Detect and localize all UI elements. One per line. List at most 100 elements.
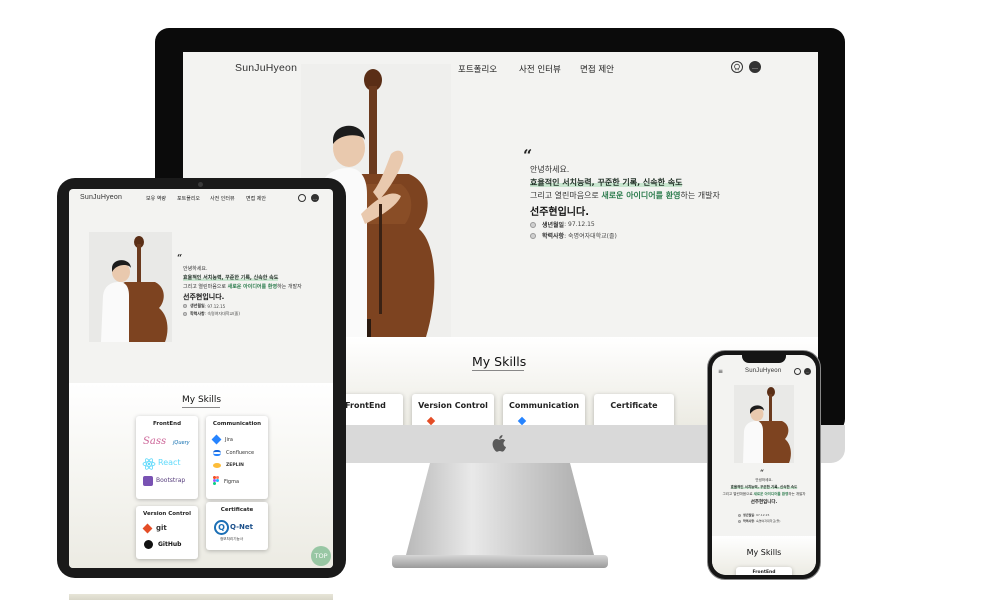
tool-label: Jira bbox=[225, 436, 233, 443]
intro-line-2: 그리고 열린마음으로 새로운 아이디어를 환영하는 개발자 bbox=[530, 190, 720, 201]
site-logo[interactable]: SunJuHyeon bbox=[745, 368, 781, 374]
tool-jira: Jira bbox=[211, 434, 233, 445]
intro-line-2-post: 하는 개발자 bbox=[277, 284, 302, 290]
bootstrap-icon bbox=[143, 476, 153, 486]
intro-greeting: 안녕하세요. bbox=[183, 266, 208, 272]
school-label: 학력사항 bbox=[542, 233, 565, 240]
git-icon bbox=[142, 523, 153, 533]
intro-line-2: 그리고 열린마음으로 새로운 아이디어를 환영하는 개발자 bbox=[183, 283, 302, 290]
chat-icon[interactable]: … bbox=[311, 194, 319, 202]
skills-title: My Skills bbox=[472, 354, 527, 369]
intro-line-2-pre: 그리고 열린마음으로 bbox=[722, 492, 754, 496]
intro-line-2-highlight: 새로운 아이디어를 환영 bbox=[601, 191, 681, 200]
imac-stand bbox=[392, 463, 608, 568]
confluence-icon bbox=[213, 450, 221, 456]
iphone-notch bbox=[742, 355, 786, 363]
birth-label: 생년월일 bbox=[743, 513, 755, 517]
skills-section bbox=[69, 383, 333, 568]
git-icon bbox=[426, 416, 436, 425]
ipad-camera bbox=[198, 182, 203, 187]
intro-line-2-post: 하는 개발자 bbox=[788, 492, 806, 496]
skill-card-certificate[interactable]: Certificate Q Q-Net 정보처리기능사 bbox=[206, 502, 268, 550]
skills-title-underline bbox=[182, 407, 220, 408]
qnet-label: Q-Net bbox=[230, 523, 253, 531]
hero-photo bbox=[89, 232, 172, 342]
chat-icon[interactable]: … bbox=[804, 368, 811, 375]
intro-name: 선주현입니다. bbox=[530, 207, 589, 218]
birth-value: : 97.12.15 bbox=[754, 513, 770, 517]
intro-line-1-text: 효율적인 서치능력, 꾸준한 기록, 신속한 속도 bbox=[183, 275, 279, 281]
qnet-icon: Q bbox=[214, 520, 229, 535]
birth-label: 생년월일 bbox=[542, 222, 565, 229]
nav-item-offer[interactable]: 면접 제안 bbox=[246, 195, 266, 202]
intro-line-2-post: 하는 개발자 bbox=[680, 191, 720, 200]
quote-mark: “ bbox=[760, 468, 765, 477]
github-icon[interactable] bbox=[794, 368, 801, 375]
intro-greeting: 안녕하세요. bbox=[530, 165, 570, 174]
intro-greeting: 안녕하세요. bbox=[755, 478, 773, 482]
school-value: : 숙명여자대학교(졸) bbox=[564, 233, 617, 240]
tool-label: GitHub bbox=[158, 541, 182, 548]
skill-card-title: Communication bbox=[212, 421, 262, 427]
nav-item-portfolio[interactable]: 포트폴리오 bbox=[458, 63, 497, 75]
intro-line-1: 효율적인 서치능력, 꾸준한 기록, 신속한 속도 bbox=[530, 177, 683, 188]
hamburger-menu-icon[interactable]: ≡ bbox=[718, 368, 723, 375]
tool-github: GitHub bbox=[144, 540, 181, 549]
intro-line-2-highlight: 새로운 아이디어를 환영 bbox=[753, 492, 789, 496]
skill-card-version-control[interactable]: Version Control bbox=[412, 394, 494, 425]
intro-name: 선주현입니다. bbox=[750, 500, 778, 505]
hero-photo bbox=[734, 385, 794, 463]
school-info: 학력사항 : 숙명여자대학교(졸) bbox=[738, 519, 780, 523]
site-logo[interactable]: SunJuHyeon bbox=[80, 194, 122, 201]
skills-title-underline bbox=[472, 370, 524, 371]
tool-label: git bbox=[156, 524, 167, 532]
nav-item-offer[interactable]: 면접 제안 bbox=[580, 63, 614, 75]
skill-card-communication[interactable]: Communication bbox=[503, 394, 585, 425]
skill-card-title: Version Control bbox=[143, 511, 191, 517]
birth-value: : 97.12.15 bbox=[204, 303, 226, 309]
ipad-screen: SunJuHyeon 보유 역량 포트폴리오 사전 인터뷰 면접 제안 … “ … bbox=[69, 189, 333, 568]
iphone-screen: ≡ SunJuHyeon … “ 안녕하세요. 효율적인 서치능력, 꾸준한 기… bbox=[712, 355, 816, 575]
github-icon[interactable] bbox=[298, 194, 306, 202]
nav-item-skills[interactable]: 보유 역량 bbox=[146, 195, 166, 202]
info-bullet-icon bbox=[183, 312, 187, 316]
tool-label: Confluence bbox=[226, 450, 255, 456]
info-bullet-icon bbox=[738, 519, 741, 523]
intro-line-1-text: 효율적인 서치능력, 꾸준한 기록, 신속한 속도 bbox=[530, 178, 683, 187]
tool-label: Figma bbox=[224, 478, 240, 485]
info-bullet-icon bbox=[530, 232, 536, 239]
nav-item-interview[interactable]: 사전 인터뷰 bbox=[210, 195, 235, 202]
quote-mark: “ bbox=[177, 254, 183, 264]
github-icon bbox=[144, 540, 153, 549]
school-label: 학력사항 bbox=[190, 311, 205, 316]
school-label: 학력사항 bbox=[743, 519, 755, 523]
github-icon[interactable] bbox=[731, 61, 743, 73]
skill-card-version-control[interactable]: Version Control git GitHub bbox=[136, 506, 198, 559]
skills-title: My Skills bbox=[182, 395, 222, 405]
school-value: : 숙명여자대학교(졸) bbox=[754, 519, 781, 523]
intro-line-1: 효율적인 서치능력, 꾸준한 기록, 신속한 속도 bbox=[712, 485, 816, 490]
react-label: React bbox=[158, 458, 181, 467]
skill-card-frontend[interactable]: FrontEnd bbox=[736, 567, 792, 575]
skill-card-frontend[interactable]: FrontEnd Sass jQuery React Bootstrap bbox=[136, 416, 198, 499]
sass-logo: Sass bbox=[143, 436, 167, 447]
device-mockup-showcase: SunJuHyeon 보유 역량 포트폴리오 사전 인터뷰 면접 제안 … bbox=[0, 0, 1000, 600]
jira-icon bbox=[517, 416, 527, 425]
birth-label: 생년월일 bbox=[190, 303, 205, 308]
intro-name: 선주현입니다. bbox=[183, 293, 225, 301]
site-logo[interactable]: SunJuHyeon bbox=[235, 62, 297, 74]
chat-icon[interactable]: … bbox=[749, 61, 761, 73]
tool-label: ZEPLIN bbox=[226, 463, 244, 468]
skill-card-communication[interactable]: Communication Jira Confluence ZEPLIN Fig… bbox=[206, 416, 268, 499]
nav-item-interview[interactable]: 사전 인터뷰 bbox=[519, 63, 561, 75]
skill-card-certificate[interactable]: Certificate bbox=[594, 394, 674, 425]
intro-line-2-pre: 그리고 열린마음으로 bbox=[530, 191, 602, 200]
figma-icon bbox=[213, 476, 219, 487]
quote-mark: “ bbox=[523, 146, 533, 165]
scroll-top-button[interactable]: TOP bbox=[311, 546, 331, 566]
school-info: 학력사항 : 숙명여자대학교(졸) bbox=[183, 311, 240, 317]
school-info: 학력사항 : 숙명여자대학교(졸) bbox=[530, 231, 617, 240]
info-bullet-icon bbox=[183, 304, 187, 308]
nav-item-portfolio[interactable]: 포트폴리오 bbox=[177, 195, 200, 202]
ipad-reflection bbox=[69, 594, 333, 600]
